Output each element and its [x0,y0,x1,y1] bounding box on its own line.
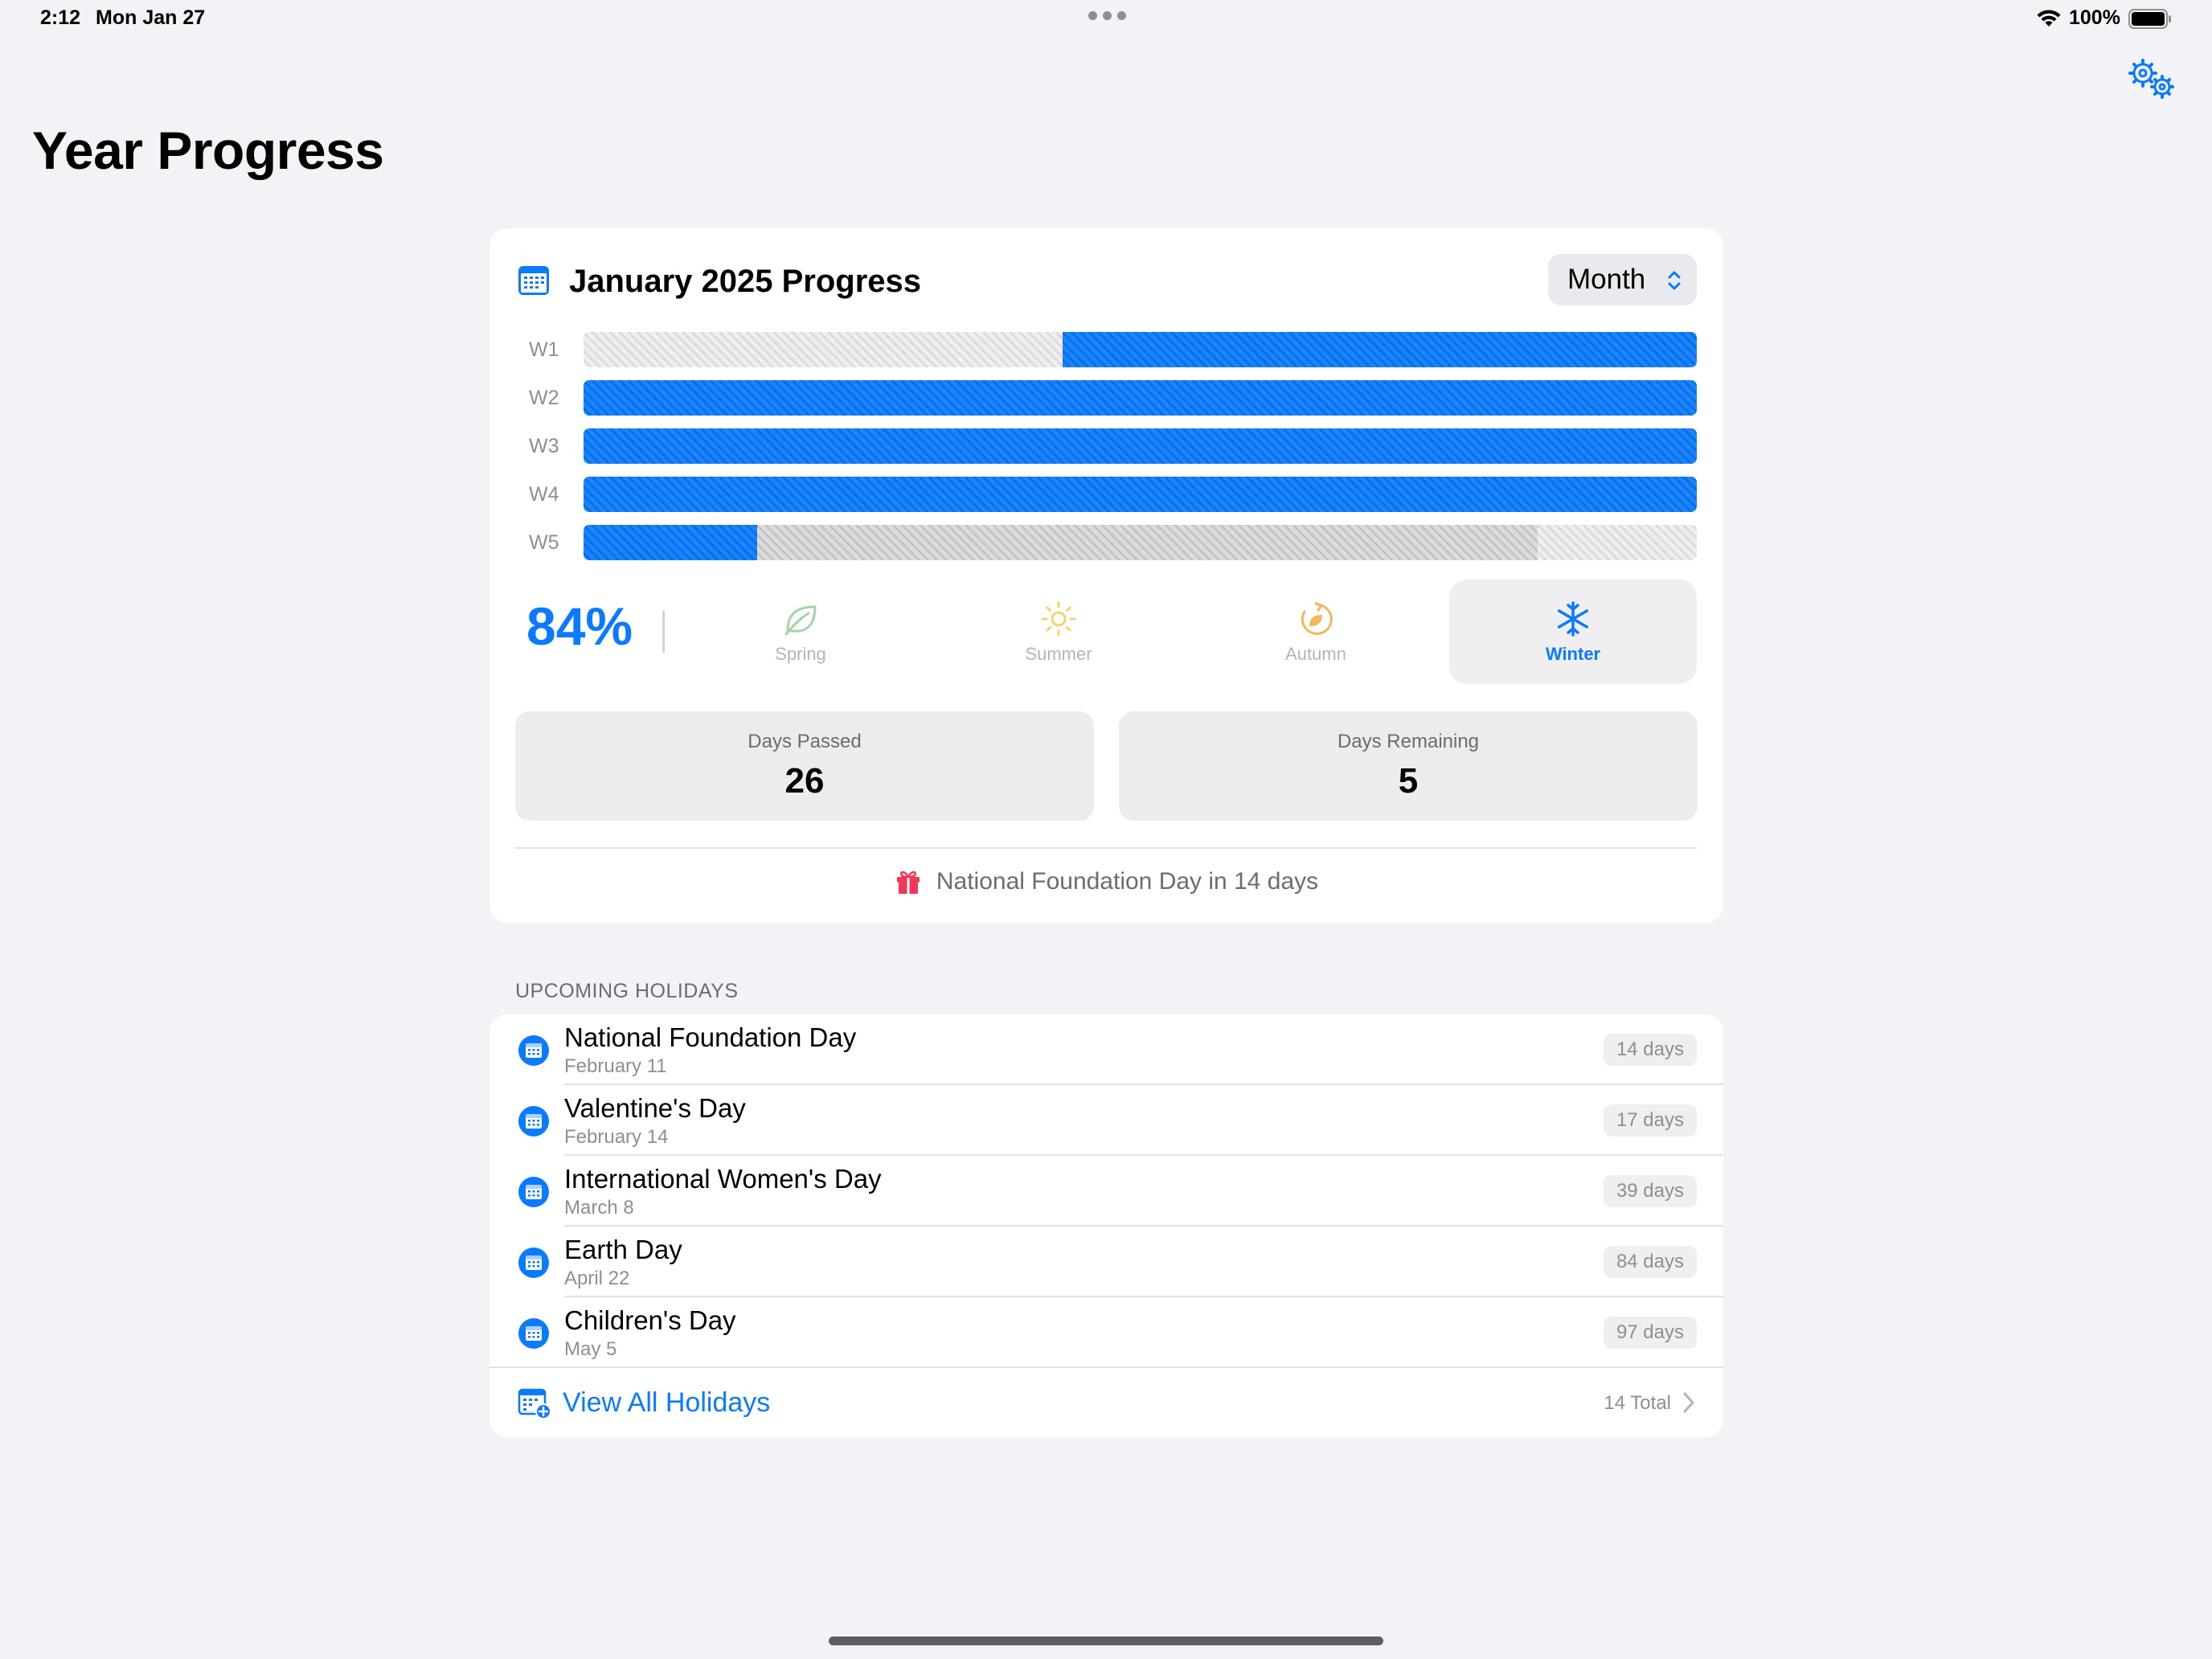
season-label: Spring [775,644,826,664]
status-bar: 2:12 Mon Jan 27 100% [0,0,2212,40]
holiday-name: Earth Day [564,1235,682,1264]
gift-icon [896,870,920,894]
week-passed-segment [584,428,1697,464]
wifi-icon [2037,10,2061,27]
season-label: Winter [1545,644,1601,664]
week-label: W1 [529,338,559,361]
week-row-5: W5 [490,525,1723,560]
holiday-date: February 14 [564,1126,669,1148]
holiday-date: March 8 [564,1197,634,1219]
progress-card-title: January 2025 Progress [569,264,922,299]
holiday-row[interactable]: National Foundation Day February 11 14 d… [490,1014,1723,1085]
holiday-date: May 5 [564,1338,617,1360]
calendar-add-icon [518,1388,551,1419]
week-passed-segment [584,380,1697,416]
calendar-icon [518,1318,549,1349]
holiday-name: International Women's Day [564,1164,882,1194]
week-progress-bar [584,428,1697,464]
week-row-1: W1 [490,332,1723,367]
period-selector-label: Month [1567,264,1646,295]
divider [662,611,665,653]
days-remaining-label: Days Remaining [1337,731,1480,752]
home-indicator[interactable] [829,1636,1383,1645]
holiday-name: National Foundation Day [564,1022,857,1052]
sun-icon [1041,601,1076,637]
holiday-row[interactable]: Children's Day May 5 97 days [490,1297,1723,1368]
month-progress-card: January 2025 Progress Month W1 W2 W3 W4 [490,228,1723,923]
view-all-holidays-button[interactable]: View All Holidays 14 Total [490,1368,1723,1437]
days-passed-value: 26 [784,761,825,801]
holiday-row[interactable]: Valentine's Day February 14 17 days [490,1085,1723,1156]
settings-gears-icon[interactable] [2127,58,2178,103]
week-progress-bar [584,380,1697,416]
divider [515,847,1697,849]
chevron-up-down-icon [1668,271,1681,290]
days-until-badge: 39 days [1603,1175,1697,1207]
page-title: Year Progress [32,121,384,180]
next-holiday-banner: National Foundation Day in 14 days [490,868,1723,895]
autumn-leaf-icon [1301,602,1333,635]
holiday-row[interactable]: International Women's Day March 8 39 day… [490,1156,1723,1227]
days-passed-label: Days Passed [748,731,862,752]
month-percent: 84% [526,596,633,656]
holiday-name: Children's Day [564,1305,736,1335]
days-passed-box: Days Passed 26 [515,711,1094,821]
season-label: Autumn [1285,644,1346,664]
holidays-total-count: 14 Total [1604,1392,1671,1414]
battery-icon [2128,9,2171,29]
days-until-badge: 17 days [1603,1104,1697,1137]
week-passed-segment [584,477,1697,512]
status-date: Mon Jan 27 [96,6,206,29]
week-label: W2 [529,387,559,409]
week-row-2: W2 [490,380,1723,416]
multitasking-menu-icon[interactable] [1088,11,1126,20]
holiday-name: Valentine's Day [564,1093,746,1123]
snowflake-icon [1557,601,1589,637]
chevron-right-icon [1683,1392,1694,1413]
section-header-upcoming-holidays: UPCOMING HOLIDAYS [515,980,739,1002]
calendar-icon [518,1177,549,1207]
season-winter[interactable]: Winter [1449,580,1697,684]
calendar-icon [518,1247,549,1278]
period-selector[interactable]: Month [1548,254,1697,305]
holiday-date: April 22 [564,1268,630,1289]
season-autumn[interactable]: Autumn [1192,580,1440,684]
season-summer[interactable]: Summer [935,580,1182,684]
week-row-4: W4 [490,477,1723,512]
days-remaining-value: 5 [1398,761,1419,801]
holiday-row[interactable]: Earth Day April 22 84 days [490,1227,1723,1297]
calendar-icon [518,1035,549,1066]
week-row-3: W3 [490,428,1723,464]
days-until-badge: 14 days [1603,1034,1697,1066]
week-label: W5 [529,531,559,554]
week-remaining-segment [757,525,1538,560]
calendar-icon [518,266,549,295]
days-until-badge: 97 days [1603,1317,1697,1349]
battery-percentage: 100% [2069,6,2120,29]
holiday-date: February 11 [564,1055,667,1077]
status-time: 2:12 [40,6,81,29]
week-label: W3 [529,435,559,457]
week-progress-bar [584,332,1697,367]
calendar-icon [518,1106,549,1137]
days-until-badge: 84 days [1603,1246,1697,1278]
week-progress-bar [584,477,1697,512]
week-passed-segment [1062,332,1697,367]
season-label: Summer [1025,644,1092,664]
week-passed-segment [584,525,758,560]
next-holiday-text: National Foundation Day in 14 days [936,868,1319,895]
view-all-holidays-label: View All Holidays [563,1387,771,1418]
upcoming-holidays-list: National Foundation Day February 11 14 d… [490,1014,1723,1437]
season-spring[interactable]: Spring [677,580,924,684]
leaf-icon [784,605,817,636]
week-label: W4 [529,483,559,506]
week-progress-bar [584,525,1697,560]
days-remaining-box: Days Remaining 5 [1119,711,1698,821]
